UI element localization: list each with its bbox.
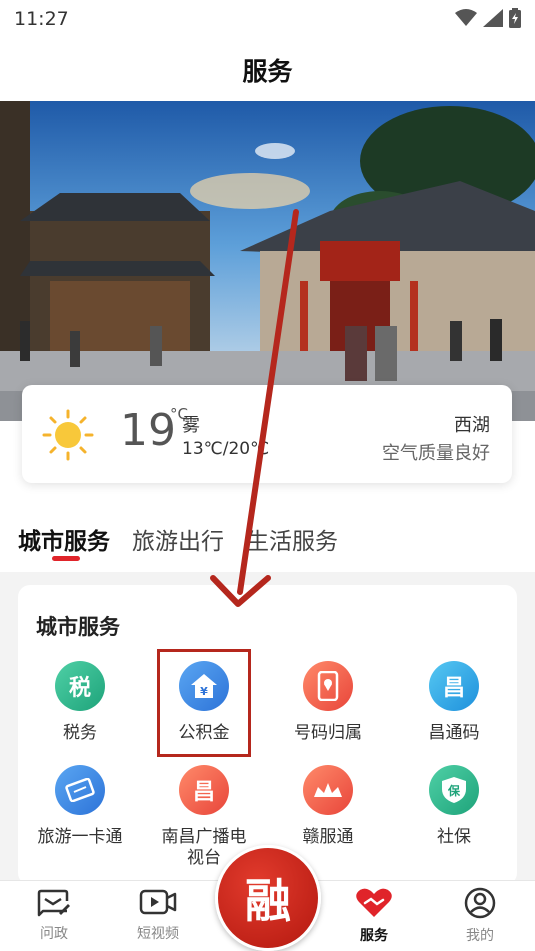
broadcast-icon: 昌 xyxy=(179,765,229,815)
temperature-range: 13℃/20℃ xyxy=(182,439,270,459)
service-travel-card[interactable]: 旅游一卡通 xyxy=(20,765,140,848)
weather-condition: 雾 xyxy=(182,415,200,436)
page-title: 服务 xyxy=(242,57,293,86)
active-tab-indicator xyxy=(52,556,80,561)
service-label: 昌通码 xyxy=(428,723,480,743)
changtong-code-icon: 昌 xyxy=(429,661,479,711)
profile-icon xyxy=(464,887,496,919)
city-services-card: 城市服务 税 税务 ¥ 公积金 号码归属 昌 昌通码 旅游一卡通 昌 南昌广播电… xyxy=(18,585,517,885)
banner-image[interactable] xyxy=(0,101,535,421)
service-label: 社保 xyxy=(437,827,471,847)
tab-life-services[interactable]: 生活服务 xyxy=(246,522,338,556)
nav-profile[interactable]: 我的 xyxy=(440,887,520,945)
signal-icon xyxy=(483,9,503,27)
nav-label: 我的 xyxy=(466,928,494,944)
section-title: 城市服务 xyxy=(36,615,120,639)
nav-services[interactable]: 服务 xyxy=(334,887,414,945)
service-tabs: 城市服务 旅游出行 生活服务 xyxy=(18,522,338,556)
nav-label: 问政 xyxy=(40,926,68,942)
service-label: 赣服通 xyxy=(302,827,354,847)
service-tax[interactable]: 税 税务 xyxy=(20,661,140,744)
tab-travel[interactable]: 旅游出行 xyxy=(132,522,224,556)
nav-short-video[interactable]: 短视频 xyxy=(118,887,198,943)
tab-city-services[interactable]: 城市服务 xyxy=(18,522,110,556)
service-label: 号码归属 xyxy=(294,723,362,743)
center-rong-button[interactable]: 融 xyxy=(215,845,321,951)
social-security-icon: 保 xyxy=(429,765,479,815)
status-icons xyxy=(455,8,521,28)
wifi-icon xyxy=(455,9,477,26)
nav-label: 服务 xyxy=(360,928,388,944)
service-ganfutong[interactable]: 赣服通 xyxy=(268,765,388,848)
ganfutong-icon xyxy=(303,765,353,815)
rong-logo-icon: 融 xyxy=(245,874,291,928)
sun-icon xyxy=(42,409,94,461)
battery-icon xyxy=(509,8,521,28)
weather-card[interactable]: 19 °C 雾 13℃/20℃ 西湖 空气质量良好 xyxy=(22,385,512,483)
nav-wenzheng[interactable]: 问政 xyxy=(14,887,94,943)
nav-label: 短视频 xyxy=(137,926,179,942)
svg-text:保: 保 xyxy=(447,783,461,798)
highlight-box xyxy=(157,649,251,757)
temperature: 19 xyxy=(120,405,176,456)
air-quality: 空气质量良好 xyxy=(382,443,490,464)
service-label: 税务 xyxy=(63,723,97,743)
message-edit-icon xyxy=(37,889,70,917)
service-changtong-code[interactable]: 昌 昌通码 xyxy=(394,661,514,744)
status-bar: 11:27 xyxy=(0,0,535,38)
service-label: 旅游一卡通 xyxy=(37,827,123,847)
service-social-security[interactable]: 保 社保 xyxy=(394,765,514,848)
service-number-location[interactable]: 号码归属 xyxy=(268,661,388,744)
status-time: 11:27 xyxy=(14,8,69,30)
heart-hands-icon xyxy=(356,888,392,917)
travel-card-icon xyxy=(55,765,105,815)
phone-location-icon xyxy=(303,661,353,711)
location: 西湖 xyxy=(454,415,490,436)
video-icon xyxy=(139,889,177,915)
tax-icon: 税 xyxy=(55,661,105,711)
